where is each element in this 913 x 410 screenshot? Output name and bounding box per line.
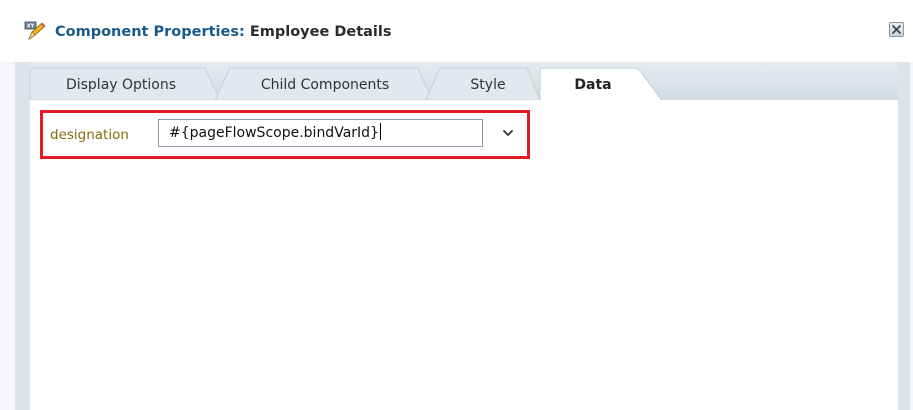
title-value: Employee Details [244, 24, 392, 40]
tab-child-components[interactable]: Child Components [236, 70, 414, 100]
text-caret [379, 123, 381, 140]
component-properties-dialog: XY Component Properties: Employee Detail… [0, 0, 913, 410]
designation-input[interactable]: #{pageFlowScope.bindVarId} [158, 119, 483, 147]
designation-dropdown-button[interactable] [497, 122, 519, 144]
close-icon [892, 25, 901, 34]
dialog-title: Component Properties: Employee Details [55, 21, 392, 43]
panel-left-border [15, 62, 30, 410]
dialog-titlebar: XY Component Properties: Employee Detail… [0, 0, 913, 62]
designation-label: designation [50, 127, 129, 143]
close-button[interactable] [889, 22, 904, 37]
edit-properties-icon: XY [24, 21, 46, 41]
chevron-down-icon [503, 130, 513, 136]
panel-right-border [898, 62, 910, 410]
title-label: Component Properties: [55, 24, 245, 40]
tab-display-options[interactable]: Display Options [32, 70, 210, 100]
designation-input-value: #{pageFlowScope.bindVarId} [169, 125, 379, 141]
tab-style[interactable]: Style [448, 70, 528, 100]
svg-text:XY: XY [27, 24, 35, 30]
tab-data[interactable]: Data [548, 70, 638, 100]
